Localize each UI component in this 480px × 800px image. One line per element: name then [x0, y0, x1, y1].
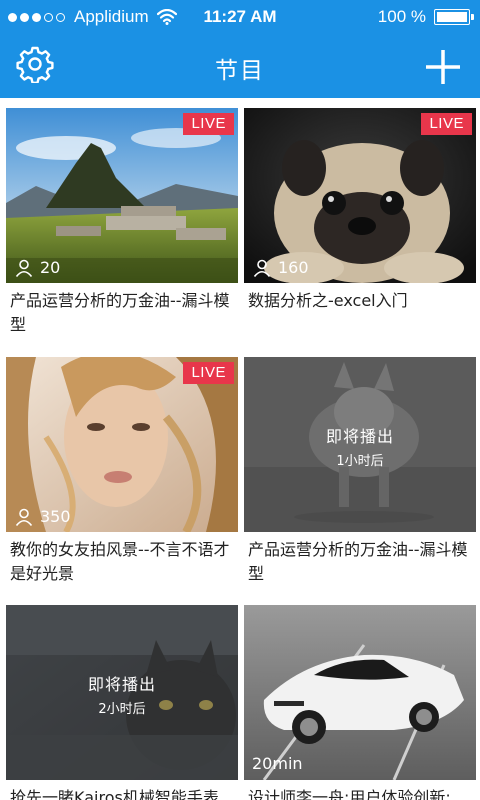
upcoming-info: 即将播出 2小时后 [6, 671, 238, 717]
program-thumbnail: LIVE 20 [6, 108, 238, 283]
nav-bar: 节目 [0, 34, 480, 98]
program-card[interactable]: 即将播出 1小时后 产品运营分析的万金油--漏斗模型 [244, 357, 476, 592]
viewer-count: 20 [15, 258, 60, 277]
viewer-count: 160 [253, 258, 309, 277]
program-card[interactable]: 即将播出 2小时后 抢先一睹Kairos机械智能手表 [6, 605, 238, 800]
viewer-count-value: 20 [40, 258, 61, 277]
page-title: 节目 [215, 58, 265, 84]
upcoming-info: 即将播出 1小时后 [244, 423, 476, 469]
program-grid: LIVE 20 产品运营分析的万金油--漏斗模型 LIVE 160 数据分析之-… [0, 98, 480, 800]
person-icon [15, 508, 33, 526]
upcoming-time: 2小时后 [98, 702, 146, 717]
viewer-count: 350 [15, 507, 71, 526]
live-badge: LIVE [183, 362, 234, 384]
program-thumbnail: LIVE 350 [6, 357, 238, 532]
program-thumbnail: LIVE 160 [244, 108, 476, 283]
program-thumbnail: 即将播出 1小时后 [244, 357, 476, 532]
battery-icon [434, 9, 474, 25]
program-thumbnail: 即将播出 2小时后 [6, 605, 238, 780]
person-icon [253, 259, 271, 277]
status-right: 100 % [377, 7, 474, 27]
status-bar: Applidium 11:27 AM 100 % [0, 0, 480, 34]
program-title: 教你的女友拍风景--不言不语才是好光景 [10, 540, 230, 583]
program-title: 设计师李一舟:用户体验创新: [248, 788, 451, 800]
viewer-count-value: 350 [40, 507, 71, 526]
program-thumbnail: 20min [244, 605, 476, 780]
program-card[interactable]: 20min 设计师李一舟:用户体验创新: [244, 605, 476, 800]
live-badge: LIVE [421, 113, 472, 135]
program-title: 数据分析之-excel入门 [248, 291, 408, 310]
person-icon [15, 259, 33, 277]
viewer-count-value: 160 [278, 258, 309, 277]
upcoming-label: 即将播出 [87, 675, 156, 694]
upcoming-time: 1小时后 [336, 454, 384, 469]
program-card[interactable]: LIVE 160 数据分析之-excel入门 [244, 108, 476, 343]
program-title: 抢先一睹Kairos机械智能手表 [10, 788, 219, 800]
live-badge: LIVE [183, 113, 234, 135]
plus-icon[interactable] [424, 48, 462, 86]
program-title: 产品运营分析的万金油--漏斗模型 [10, 291, 230, 334]
program-title: 产品运营分析的万金油--漏斗模型 [248, 540, 468, 583]
program-card[interactable]: LIVE 350 教你的女友拍风景--不言不语才是好光景 [6, 357, 238, 592]
upcoming-label: 即将播出 [325, 427, 394, 446]
program-card[interactable]: LIVE 20 产品运营分析的万金油--漏斗模型 [6, 108, 238, 343]
battery-percentage: 100 % [377, 7, 426, 26]
duration-label: 20min [252, 754, 303, 773]
